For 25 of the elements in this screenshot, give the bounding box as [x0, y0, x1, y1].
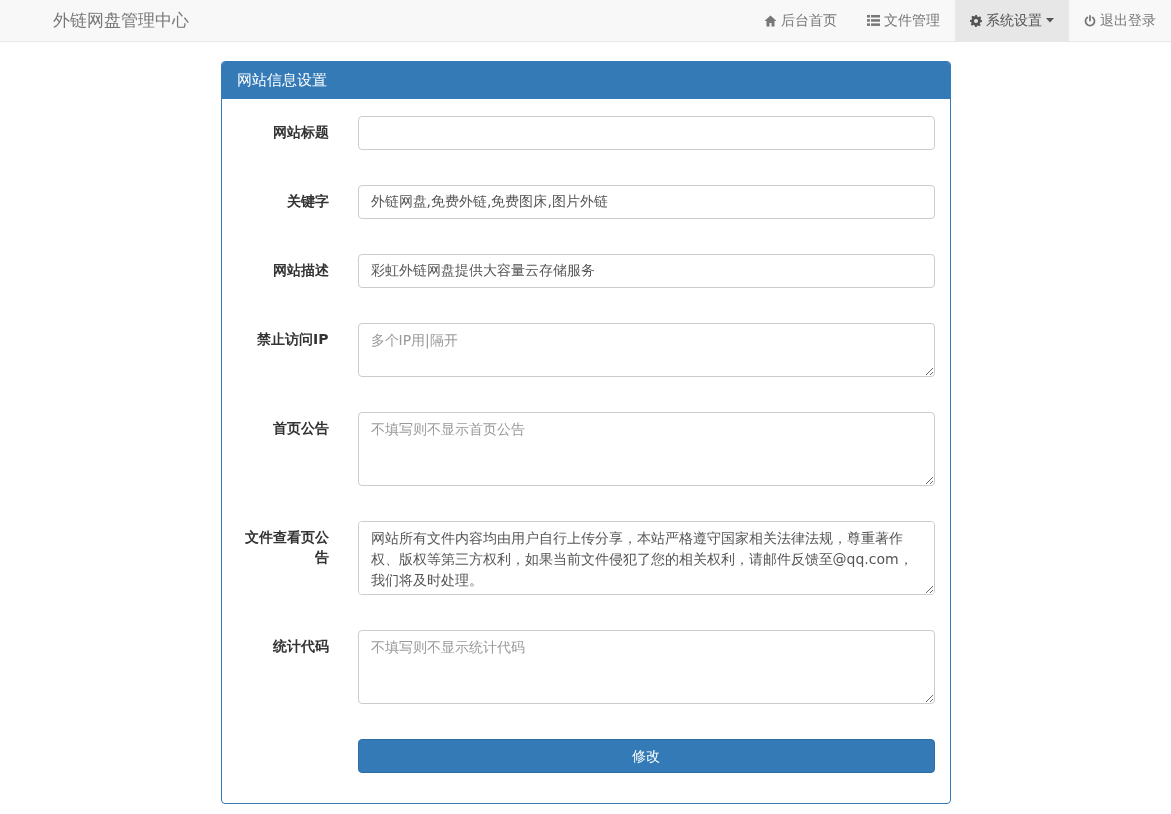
text-area[interactable]: 网站所有文件内容均由用户自行上传分享，本站严格遵守国家相关法律法规，尊重著作权、版权等第三方权利，如果当前文件侵犯了您的相关权利，请邮件反馈至@qq.com，我们将及时处理。: [357, 521, 935, 595]
power-icon: [1084, 14, 1096, 27]
nav-link[interactable]: 系统设置: [955, 0, 1069, 41]
site-brand[interactable]: 外链网盘管理中心: [53, 7, 189, 34]
settings-icon: [970, 14, 982, 27]
input-field[interactable]: 外链网盘,免费外链,免费图床,图片外链: [357, 185, 935, 219]
field-label: 首页公告: [271, 419, 329, 438]
submit-button[interactable]: 修改: [357, 739, 935, 773]
field-label: 网站标题: [271, 123, 329, 142]
text-area[interactable]: 不填写则不显示首页公告: [357, 412, 935, 486]
list-icon: [867, 15, 880, 26]
input-field[interactable]: [357, 116, 935, 150]
panel-title: 网站信息设置: [221, 62, 950, 99]
text-area[interactable]: 不填写则不显示统计代码: [357, 630, 935, 704]
text-area[interactable]: 多个IP用|隔开: [357, 323, 935, 377]
field-label: 禁止访问IP: [256, 330, 329, 349]
home-icon: [764, 14, 777, 27]
nav-link[interactable]: 文件管理: [852, 0, 955, 41]
field-label: 网站描述: [271, 261, 329, 280]
field-label: 统计代码: [271, 637, 329, 656]
nav-link[interactable]: 后台首页: [749, 0, 852, 41]
input-field[interactable]: 彩虹外链网盘提供大容量云存储服务: [357, 254, 935, 288]
field-label: 关键字: [285, 192, 329, 211]
nav-link[interactable]: 退出登录: [1069, 0, 1171, 41]
field-label: 文件查看页公告: [243, 528, 329, 567]
